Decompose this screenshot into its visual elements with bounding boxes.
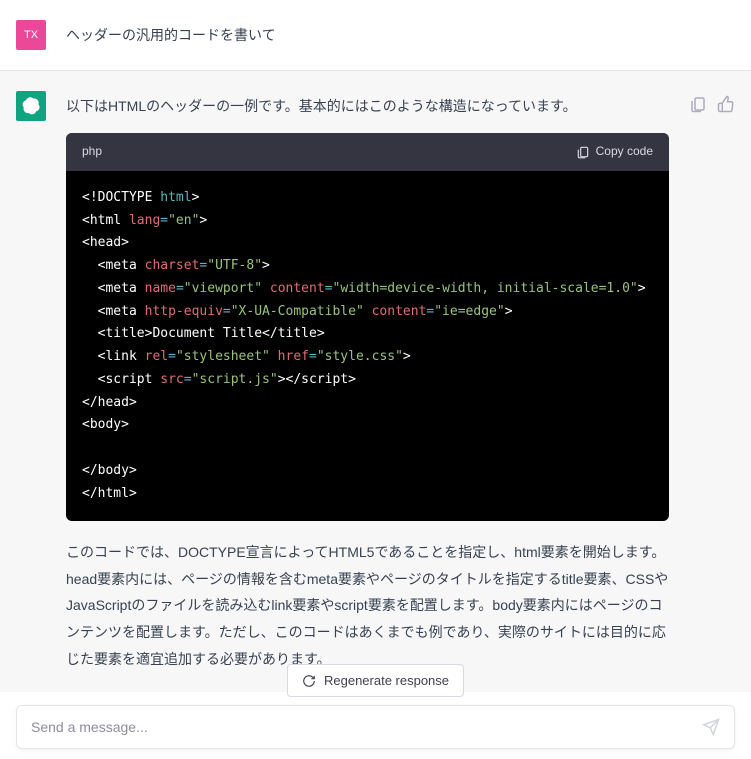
code-body: <!DOCTYPE html> <html lang="en"> <head> … xyxy=(66,171,669,522)
clipboard-icon xyxy=(576,145,590,159)
message-input[interactable] xyxy=(31,719,702,735)
user-message-row: TX ヘッダーの汎用的コードを書いて xyxy=(0,0,751,71)
copy-code-button[interactable]: Copy code xyxy=(576,141,653,163)
refresh-icon xyxy=(302,674,316,688)
assistant-message-content: 以下はHTMLのヘッダーの一例です。基本的にはこのような構造になっています。 p… xyxy=(66,91,669,672)
assistant-intro-text: 以下はHTMLのヘッダーの一例です。基本的にはこのような構造になっています。 xyxy=(66,94,669,119)
code-header: php Copy code xyxy=(66,133,669,171)
regenerate-button[interactable]: Regenerate response xyxy=(287,664,464,697)
assistant-explanation-text: このコードでは、DOCTYPE宣言によってHTML5であることを指定し、html… xyxy=(66,539,669,672)
code-block: php Copy code <!DOCTYPE html> <html lang… xyxy=(66,133,669,521)
regenerate-wrapper: Regenerate response xyxy=(0,664,751,697)
send-icon[interactable] xyxy=(702,718,720,736)
assistant-avatar xyxy=(16,91,46,121)
user-avatar: TX xyxy=(16,20,46,50)
copy-icon[interactable] xyxy=(689,95,707,113)
message-input-box[interactable] xyxy=(16,705,735,749)
regenerate-label: Regenerate response xyxy=(324,673,449,688)
user-message-text: ヘッダーの汎用的コードを書いて xyxy=(66,20,735,50)
code-language-label: php xyxy=(82,141,102,163)
message-actions xyxy=(689,91,735,672)
chat-container: TX ヘッダーの汎用的コードを書いて 以下はHTMLのヘッダーの一例です。基本的… xyxy=(0,0,751,692)
input-wrapper xyxy=(16,705,735,749)
thumbs-up-icon[interactable] xyxy=(717,95,735,113)
copy-code-label: Copy code xyxy=(596,141,653,163)
assistant-message-row: 以下はHTMLのヘッダーの一例です。基本的にはこのような構造になっています。 p… xyxy=(0,71,751,692)
